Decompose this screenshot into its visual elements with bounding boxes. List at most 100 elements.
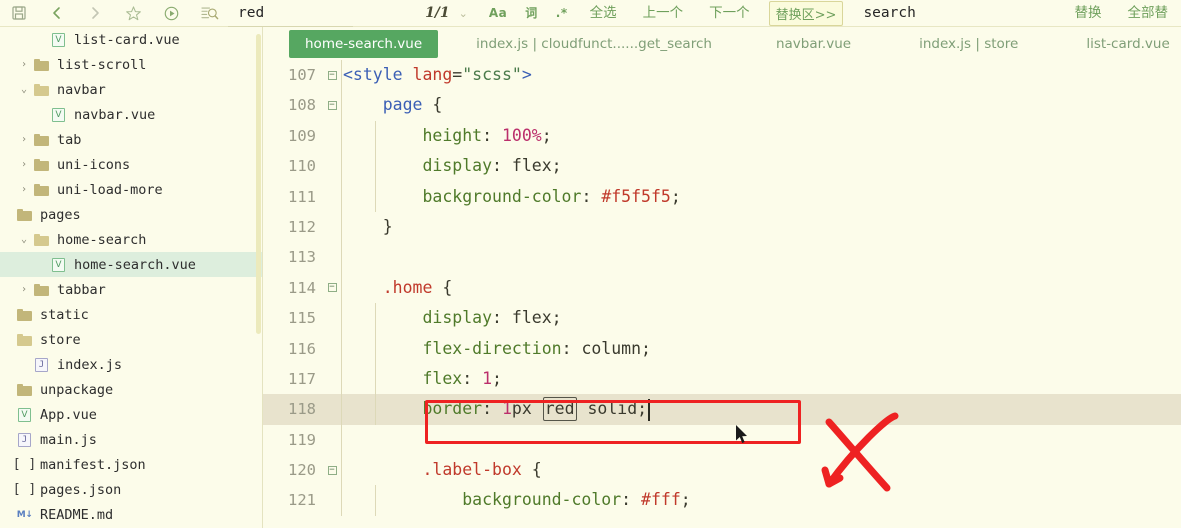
chevron-right-icon[interactable]: ›	[17, 284, 31, 295]
fold-toggle-icon[interactable]: −	[323, 101, 341, 111]
fold-toggle-icon[interactable]: −	[323, 70, 341, 80]
tree-item-unpackage[interactable]: unpackage	[0, 377, 262, 402]
find-next-button[interactable]: 下一个	[696, 0, 763, 27]
tree-item-navbar-vue[interactable]: Vnavbar.vue	[0, 102, 262, 127]
search-input[interactable]: red	[228, 0, 408, 27]
tree-item-pages[interactable]: pages	[0, 202, 262, 227]
code-line-119[interactable]: 119	[263, 424, 1181, 456]
tree-item-label: navbar	[57, 81, 106, 98]
code-line-115[interactable]: 115 display: flex;	[263, 303, 1181, 334]
code-text: page {	[382, 95, 443, 115]
editor-tab-0[interactable]: home-search.vue	[289, 29, 439, 58]
chevron-right-icon[interactable]: ›	[17, 59, 31, 70]
indent-guide	[375, 394, 376, 425]
folder-icon	[17, 208, 32, 221]
line-number: 119	[288, 430, 316, 449]
tree-item-index-js[interactable]: Jindex.js	[0, 352, 262, 377]
sidebar-scrollbar[interactable]	[256, 34, 261, 334]
forward-arrow-icon[interactable]	[76, 0, 114, 27]
code-line-113[interactable]: 113	[263, 242, 1181, 273]
chevron-right-icon[interactable]: ›	[17, 159, 31, 170]
file-explorer-sidebar[interactable]: Vlist-card.vue › list-scroll ⌄ navbar Vnavbar…	[0, 27, 262, 528]
code-line-118[interactable]: 118 border: 1px red solid;	[263, 394, 1181, 425]
whole-word-button[interactable]: 词	[516, 0, 547, 27]
select-all-button[interactable]: 全选	[577, 0, 630, 27]
editor-pane: home-search.vue index.js | cloudfunct....…	[263, 27, 1181, 528]
code-area[interactable]: 107− <style lang="scss"> 108− page {109 he…	[263, 60, 1181, 516]
editor-tab-2[interactable]: navbar.vue	[762, 31, 865, 57]
file-tree: Vlist-card.vue › list-scroll ⌄ navbar Vnavbar…	[0, 27, 262, 527]
indent-guide-base	[341, 394, 342, 425]
match-case-button[interactable]: Aa	[480, 0, 516, 27]
code-line-117[interactable]: 117 flex: 1;	[263, 363, 1181, 395]
fold-toggle-icon[interactable]: −	[323, 283, 341, 293]
tree-item-label: main.js	[40, 431, 97, 448]
tree-item-uni-load-more[interactable]: › uni-load-more	[0, 177, 262, 202]
editor-tab-1[interactable]: index.js | cloudfunct......get_search	[462, 31, 726, 57]
tree-item-pages-json[interactable]: [ ] pages.json	[0, 477, 262, 502]
chevron-right-icon[interactable]: ›	[17, 134, 31, 145]
folder-open-icon	[17, 333, 32, 346]
star-icon[interactable]	[114, 0, 152, 27]
code-line-112[interactable]: 112 }	[263, 211, 1181, 243]
tree-item-list-card-vue[interactable]: Vlist-card.vue	[0, 27, 262, 52]
replace-all-button[interactable]: 全部替	[1115, 0, 1181, 27]
find-in-files-icon[interactable]	[190, 0, 228, 27]
replace-button[interactable]: 替换	[1062, 0, 1115, 27]
tree-item-uni-icons[interactable]: › uni-icons	[0, 152, 262, 177]
tree-item-home-search-vue[interactable]: Vhome-search.vue	[0, 252, 262, 277]
tree-item-readme-md[interactable]: M↓ README.md	[0, 502, 262, 527]
code-line-107[interactable]: 107− <style lang="scss">	[263, 60, 1181, 91]
line-number: 118	[288, 400, 316, 419]
indent-guide-base	[341, 181, 342, 212]
tree-item-main-js[interactable]: Jmain.js	[0, 427, 262, 452]
chevron-down-icon[interactable]: ⌄	[455, 7, 480, 20]
editor-tabbar: home-search.vue index.js | cloudfunct....…	[263, 27, 1181, 60]
tree-item-list-scroll[interactable]: › list-scroll	[0, 52, 262, 77]
regex-button[interactable]: .*	[547, 0, 577, 27]
tree-item-app-vue[interactable]: V App.vue	[0, 402, 262, 427]
code-line-110[interactable]: 110 display: flex;	[263, 151, 1181, 182]
editor-tab-3[interactable]: index.js | store	[905, 31, 1032, 57]
json-file-icon: [ ]	[12, 482, 37, 497]
chevron-down-icon[interactable]: ⌄	[17, 84, 31, 95]
tree-item-label: static	[40, 306, 89, 323]
code-line-116[interactable]: 116 flex-direction: column;	[263, 333, 1181, 364]
folder-icon	[34, 283, 49, 296]
vue-file-icon: V	[52, 107, 65, 122]
chevron-right-icon[interactable]: ›	[17, 184, 31, 195]
replace-area-toggle-button[interactable]: 替换区>>	[768, 0, 844, 26]
code-line-109[interactable]: 109 height: 100%;	[263, 120, 1181, 152]
tree-item-manifest-json[interactable]: [ ] manifest.json	[0, 452, 262, 477]
tree-item-label: home-search	[57, 231, 147, 248]
tree-item-static[interactable]: static	[0, 302, 262, 327]
line-number: 113	[288, 248, 316, 267]
tree-item-navbar[interactable]: ⌄ navbar	[0, 77, 262, 102]
code-line-120[interactable]: 120− .label-box {	[263, 455, 1181, 486]
indent-guide-base	[341, 485, 342, 516]
fold-toggle-icon[interactable]: −	[323, 465, 341, 475]
code-line-121[interactable]: 121 background-color: #fff;	[263, 485, 1181, 516]
code-text: <style lang="scss">	[343, 65, 532, 84]
folder-open-icon	[34, 233, 49, 246]
code-text: flex: 1;	[422, 368, 502, 388]
tree-item-tab[interactable]: › tab	[0, 127, 262, 152]
code-line-114[interactable]: 114− .home {	[263, 272, 1181, 304]
match-count-label: 1/1	[425, 5, 450, 21]
indent-guide-base	[341, 424, 342, 456]
js-file-icon: J	[18, 432, 31, 447]
editor-tab-4[interactable]: list-card.vue	[1072, 31, 1181, 57]
find-previous-button[interactable]: 上一个	[630, 0, 697, 27]
code-line-108[interactable]: 108− page {	[263, 90, 1181, 121]
run-icon[interactable]	[152, 0, 190, 27]
back-arrow-icon[interactable]	[38, 0, 76, 27]
indent-guide	[375, 303, 376, 334]
tree-item-home-search[interactable]: ⌄ home-search	[0, 227, 262, 252]
tree-item-store[interactable]: store	[0, 327, 262, 352]
chevron-down-icon[interactable]: ⌄	[17, 234, 31, 245]
code-text: .label-box {	[422, 460, 542, 480]
replace-input[interactable]: search	[849, 0, 1049, 27]
tree-item-tabbar[interactable]: › tabbar	[0, 277, 262, 302]
code-line-111[interactable]: 111 background-color: #f5f5f5;	[263, 181, 1181, 212]
save-icon[interactable]	[0, 0, 38, 27]
